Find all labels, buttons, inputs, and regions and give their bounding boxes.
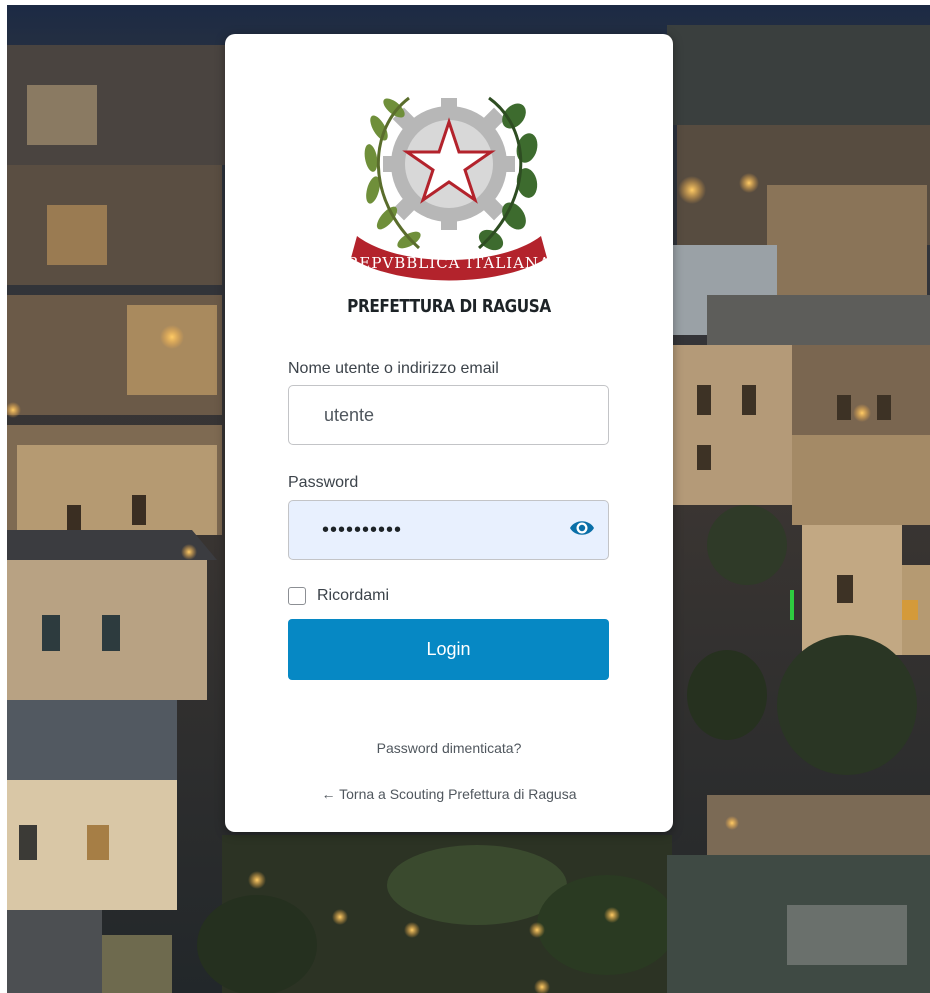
remember-checkbox[interactable] — [288, 587, 306, 605]
password-label: Password — [288, 474, 359, 491]
remember-label[interactable]: Ricordami — [317, 587, 389, 605]
emblem-logo: REPVBBLICA ITALIANA — [349, 96, 549, 281]
password-input[interactable] — [288, 500, 609, 560]
svg-text:REPVBBLICA ITALIANA: REPVBBLICA ITALIANA — [349, 254, 549, 272]
login-card: REPVBBLICA ITALIANA PREFETTURA DI RAGUSA… — [225, 34, 673, 832]
eye-icon[interactable] — [569, 518, 595, 538]
back-to-site-link[interactable]: ← Torna a Scouting Prefettura di Ragusa — [225, 786, 673, 802]
login-screen: REPVBBLICA ITALIANA PREFETTURA DI RAGUSA… — [7, 5, 930, 993]
login-button[interactable]: Login — [288, 619, 609, 680]
username-label: Nome utente o indirizzo email — [288, 360, 499, 377]
username-input[interactable] — [288, 385, 609, 445]
organization-name: PREFETTURA DI RAGUSA — [347, 296, 551, 317]
lost-password-link[interactable]: Password dimenticata? — [225, 740, 673, 756]
